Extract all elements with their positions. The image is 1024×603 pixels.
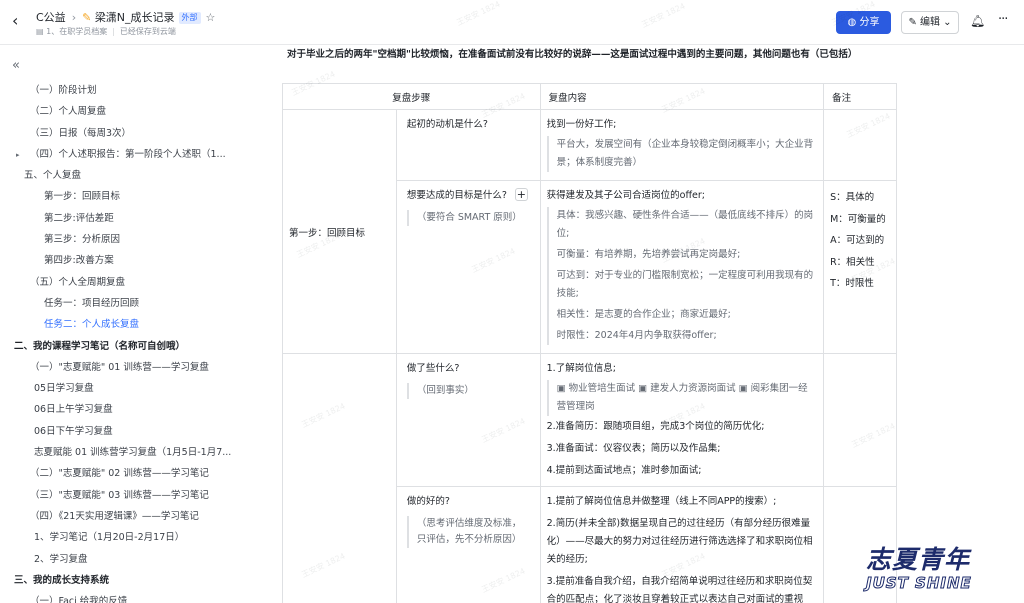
outline-item[interactable]: （五）个人全周期复盘: [0, 272, 270, 293]
pen-icon: ✎: [908, 17, 920, 28]
doc-title: 梁潇N_成长记录: [94, 11, 175, 24]
outline-item[interactable]: 2、学习复盘: [0, 549, 270, 570]
collapse-sidebar-icon[interactable]: «: [12, 58, 20, 73]
outline-item[interactable]: 志夏赋能 01 训练营学习复盘（1月5日-1月7...: [0, 442, 270, 463]
logo-cn-text: 志夏青年: [866, 545, 971, 574]
note-m: M：可衡量的: [830, 213, 886, 225]
note-a: A：可达到的: [830, 235, 885, 246]
answer-text: 3.提前准备自我介绍，自我介绍简单说明过往经历和求职岗位契合的匹配点；化了淡妆且…: [546, 576, 813, 603]
outline-sidebar: « （一）阶段计划 （二）个人周复盘 （三）日报（每周3次） ▸ （四）个人述职报告：第…: [0, 46, 270, 603]
answer-quote: 平台大，发展空间有（企业本身较稳定倒闭概率小；大企业背景；体系制度完善）: [546, 136, 817, 172]
more-icon[interactable]: ···: [998, 12, 1008, 27]
note-s: S：具体的: [830, 192, 875, 203]
header-note: 备注: [823, 83, 897, 110]
share-label: 分享: [859, 17, 880, 28]
external-badge: 外部: [178, 12, 201, 24]
doc-emoji-icon: ✎: [82, 11, 95, 24]
outline-item[interactable]: 06日下午学习复盘: [0, 421, 270, 442]
document-content: 对于毕业之后的两年"空档期"比较烦恼，在准备面试前没有比较好的说辞——这是面试过…: [271, 46, 1024, 603]
logo-en-text: JUST SHINE: [866, 574, 972, 593]
save-status: 已经保存到云端: [119, 27, 176, 36]
outline-list: （一）阶段计划 （二）个人周复盘 （三）日报（每周3次） ▸ （四）个人述职报告：第一阶…: [0, 80, 270, 603]
outline-item[interactable]: 06日上午学习复盘: [0, 399, 270, 420]
brand-logo: 志夏青年 JUST SHINE: [866, 540, 1016, 600]
smart-quote: 具体：我感兴趣、硬性条件合适——（最低底线不排斥）的岗位; 可衡量：有培养期，先…: [546, 207, 817, 345]
intro-paragraph: 对于毕业之后的两年"空档期"比较烦恼，在准备面试前没有比较好的说辞——这是面试过…: [287, 49, 858, 60]
sub-path[interactable]: 1、在职学员档案: [46, 27, 107, 36]
outline-item[interactable]: 第四步:改善方案: [0, 250, 270, 271]
question-hint: （回到事实）: [406, 383, 530, 399]
answer-text: 获得建发及其子公司合适岗位的offer;: [546, 190, 705, 201]
table-row: 第一步：回顾目标 起初的动机是什么? 找到一份好工作; 平台大，发展空间有（企业…: [282, 109, 897, 354]
answer-text: 4.提前到达面试地点；准时参加面试;: [546, 465, 702, 476]
outline-item[interactable]: 1、学习笔记（1月20日-2月17日）: [0, 527, 270, 548]
answer-text: 3.准备面试：仪容仪表；简历以及作品集;: [546, 443, 721, 454]
question-text: 想要达成的目标是什么?: [406, 190, 507, 201]
outline-item[interactable]: （三）"志夏赋能" 03 训练营——学习笔记: [0, 485, 270, 506]
question-text: 做的好的?: [406, 496, 450, 507]
outline-item[interactable]: 二、我的课程学习笔记（名称可自创哦）: [0, 336, 270, 357]
outline-item[interactable]: 五、个人复盘: [0, 165, 270, 186]
question-cell[interactable]: 想要达成的目标是什么? + （要符合 SMART 原则）: [395, 180, 541, 354]
edit-label: 编辑: [920, 17, 940, 28]
outline-item[interactable]: （一）Faci 给我的反馈: [0, 591, 270, 603]
answer-text: 1.提前了解岗位信息并做整理（线上不同APP的搜索）;: [546, 496, 777, 507]
edit-button[interactable]: ✎ 编辑 ⌄: [901, 11, 959, 34]
outline-item[interactable]: （四）《21天实用逻辑课》——学习笔记: [0, 506, 270, 527]
question-cell[interactable]: 做的好的? （思考评估维度及标准，只评估，先不分析原因）: [395, 486, 541, 603]
outline-item[interactable]: 任务二：个人成长复盘: [0, 314, 270, 335]
step-cell: 第一步：回顾目标: [282, 109, 397, 354]
question-cell[interactable]: 起初的动机是什么?: [395, 109, 541, 181]
outline-item[interactable]: 第三步：分析原因: [0, 229, 270, 250]
question-hint: （要符合 SMART 原则）: [406, 210, 530, 226]
step-cell: [282, 353, 397, 603]
outline-item[interactable]: （二）个人周复盘: [0, 101, 270, 122]
outline-item[interactable]: （三）日报（每周3次）: [0, 123, 270, 144]
content-cell[interactable]: 获得建发及其子公司合适岗位的offer; 具体：我感兴趣、硬性条件合适——（最低…: [539, 180, 825, 354]
content-cell[interactable]: 1.提前了解岗位信息并做整理（线上不同APP的搜索）; 2.简历(并未全部)数据…: [539, 486, 825, 603]
table-header-row: 复盘步骤 复盘内容 备注: [282, 83, 897, 110]
outline-item[interactable]: （四）个人述职报告：第一阶段个人述职（1...: [0, 144, 270, 165]
answer-text: 找到一份好工作;: [546, 119, 617, 130]
breadcrumb: C公益 › ✎ 梁潇N_成长记录 外部 ☆: [36, 11, 216, 24]
review-table: 复盘步骤 复盘内容 备注 第一步：回顾目标 起初的动机是什么? 找到一份好工作;…: [282, 83, 897, 603]
add-icon[interactable]: +: [514, 188, 528, 201]
outline-item[interactable]: 第一步：回顾目标: [0, 186, 270, 207]
outline-item[interactable]: 任务一：项目经历回顾: [0, 293, 270, 314]
back-arrow-icon[interactable]: ‹: [12, 12, 28, 30]
folder-icon: ▤: [36, 27, 47, 36]
question-text: 做了些什么?: [406, 363, 460, 374]
doc-subtitle: ▤ 1、在职学员档案 | 已经保存到云端: [36, 27, 176, 36]
outline-item[interactable]: 第二步:评估差距: [0, 208, 270, 229]
star-icon[interactable]: ☆: [206, 11, 216, 24]
outline-item[interactable]: 05日学习复盘: [0, 378, 270, 399]
outline-item[interactable]: （二）"志夏赋能" 02 训练营——学习笔记: [0, 463, 270, 484]
note-cell[interactable]: [823, 353, 897, 487]
breadcrumb-parent[interactable]: C公益: [36, 11, 66, 24]
outline-item[interactable]: （一）"志夏赋能" 01 训练营——学习复盘: [0, 357, 270, 378]
question-text: 起初的动机是什么?: [406, 119, 488, 130]
answer-text: 1.了解岗位信息;: [546, 363, 616, 374]
question-hint: （思考评估维度及标准，只评估，先不分析原因）: [406, 516, 530, 548]
outline-item[interactable]: （一）阶段计划: [0, 80, 270, 101]
bell-icon[interactable]: 🔔︎: [970, 14, 985, 28]
chevron-down-icon: ⌄: [940, 17, 952, 28]
outline-item[interactable]: 三、我的成长支持系统: [0, 570, 270, 591]
table-row: 做了些什么? （回到事实） 1.了解岗位信息; ▣ 物业管培生面试 ▣ 建发人力…: [282, 353, 897, 603]
content-cell[interactable]: 找到一份好工作; 平台大，发展空间有（企业本身较稳定倒闭概率小；大企业背景；体系…: [539, 109, 825, 181]
